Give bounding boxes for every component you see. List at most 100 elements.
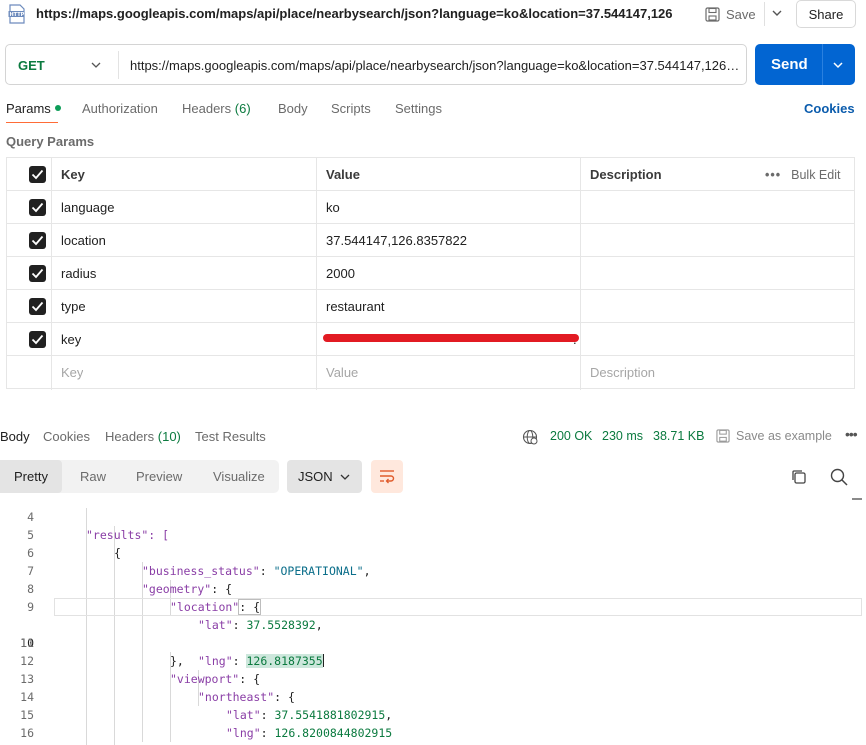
column-header-description: Description [590,167,662,182]
code-line: 5 { [0,508,866,560]
table-row: key . [7,323,854,356]
divider [764,2,765,26]
row-checkbox[interactable] [29,232,46,249]
code-line: 14 "lat": 37.5541881802915, [0,670,866,722]
chevron-down-icon[interactable] [770,4,784,22]
language-label: JSON [298,469,333,484]
request-tabs: Params Authorization Headers (6) Body Sc… [0,96,866,126]
tab-test-results[interactable]: Test Results [195,429,266,444]
save-label: Save [726,6,756,22]
save-as-example-button[interactable]: Save as example [716,429,832,443]
param-value[interactable]: 2000 [326,257,355,290]
new-value-input[interactable]: Value [326,356,358,389]
new-key-input[interactable]: Key [61,356,83,389]
redaction-mark [323,334,579,342]
response-time[interactable]: 230 ms [602,429,643,443]
cookies-link[interactable]: Cookies [804,101,855,116]
row-checkbox[interactable] [29,298,46,315]
tab-label: Headers [182,101,232,116]
request-title[interactable]: https://maps.googleapis.com/maps/api/pla… [36,6,672,21]
divider [118,51,119,79]
send-label: Send [771,56,808,73]
tab-headers[interactable]: Headers (6) [182,101,251,116]
headers-count: (10) [157,429,181,444]
more-options-icon[interactable]: ••• [765,168,781,182]
param-key[interactable]: location [61,224,106,257]
response-toolbar: Pretty Raw Preview Visualize JSON [0,460,866,493]
tab-settings[interactable]: Settings [395,101,442,116]
request-title-bar: HTTP https://maps.googleapis.com/maps/ap… [0,0,866,28]
tab-response-body[interactable]: Body [0,429,30,444]
format-raw[interactable]: Raw [80,469,106,484]
table-header-row: Key Value Description ••• Bulk Edit [7,158,854,191]
check-icon [31,301,44,312]
save-icon [705,6,720,22]
tab-authorization[interactable]: Authorization [82,101,158,116]
svg-text:HTTP: HTTP [10,12,25,18]
table-row-empty: Key Value Description [7,356,854,389]
http-file-icon: HTTP [8,4,25,24]
code-line: 11 }, [0,616,866,668]
code-line: 17 "southwest": { [0,724,866,745]
active-line-highlight [54,598,862,616]
param-value[interactable]: ko [326,191,340,224]
params-table: Key Value Description ••• Bulk Edit lang… [6,157,855,390]
save-button[interactable]: Save [705,3,756,25]
check-icon [31,334,44,345]
chevron-down-icon[interactable] [831,58,845,72]
format-visualize[interactable]: Visualize [213,469,265,484]
url-input[interactable]: https://maps.googleapis.com/maps/api/pla… [130,58,742,73]
check-icon [31,235,44,246]
wrap-lines-icon [380,470,395,484]
search-icon[interactable] [829,467,849,487]
param-value[interactable]: 37.544147,126.8357822 [326,224,467,257]
param-key[interactable]: radius [61,257,96,290]
send-button[interactable]: Send [755,44,855,85]
tab-params[interactable]: Params [6,101,61,116]
globe-icon[interactable] [522,429,538,445]
response-body-code[interactable]: 4 "results": [ 5 { 6 "business_status": … [0,494,866,745]
row-checkbox[interactable] [29,265,46,282]
param-key[interactable]: type [61,290,86,323]
headers-count: (6) [234,101,251,116]
status-code[interactable]: 200 OK [550,429,592,443]
code-line: 8 "location": { [0,562,866,615]
tab-response-cookies[interactable]: Cookies [43,429,90,444]
param-key[interactable]: key [61,323,81,356]
param-value[interactable]: restaurant [326,290,385,323]
code-line: 9 "lat": 37.5528392, [0,580,866,632]
bulk-edit-label: Bulk Edit [791,167,841,182]
format-pretty[interactable]: Pretty [14,469,48,484]
response-size[interactable]: 38.71 KB [653,429,704,443]
new-description-input[interactable]: Description [590,356,655,389]
table-row: radius 2000 [7,257,854,290]
table-row: type restaurant [7,290,854,323]
code-line: 7 "geometry": { [0,544,866,596]
tab-label: Headers [105,429,155,444]
method-select[interactable]: GET [18,58,45,73]
response-tabs: Body Cookies Headers (10) Test Results 2… [0,426,866,448]
language-select[interactable]: JSON [287,460,362,493]
copy-icon[interactable] [790,468,808,486]
format-preview[interactable]: Preview [136,469,182,484]
row-checkbox[interactable] [29,331,46,348]
code-line: 13 "northeast": { [0,652,866,704]
wrap-lines-button[interactable] [371,460,403,493]
code-line: 4 "results": [ [0,494,866,542]
share-button[interactable]: Share [796,0,856,28]
param-key[interactable]: language [61,191,115,224]
chevron-down-icon[interactable] [90,59,102,71]
table-row: language ko [7,191,854,224]
more-options-icon[interactable]: ••• [845,426,858,442]
save-example-label: Save as example [736,429,832,443]
tab-response-headers[interactable]: Headers (10) [105,429,181,444]
bulk-edit-button[interactable]: ••• Bulk Edit [765,158,840,191]
select-all-checkbox[interactable] [29,166,46,183]
divider [822,44,823,85]
code-line: 12 "viewport": { [0,634,866,686]
tab-scripts[interactable]: Scripts [331,101,371,116]
query-params-title: Query Params [6,134,95,149]
tab-body[interactable]: Body [278,101,308,116]
check-icon [31,202,44,213]
row-checkbox[interactable] [29,199,46,216]
